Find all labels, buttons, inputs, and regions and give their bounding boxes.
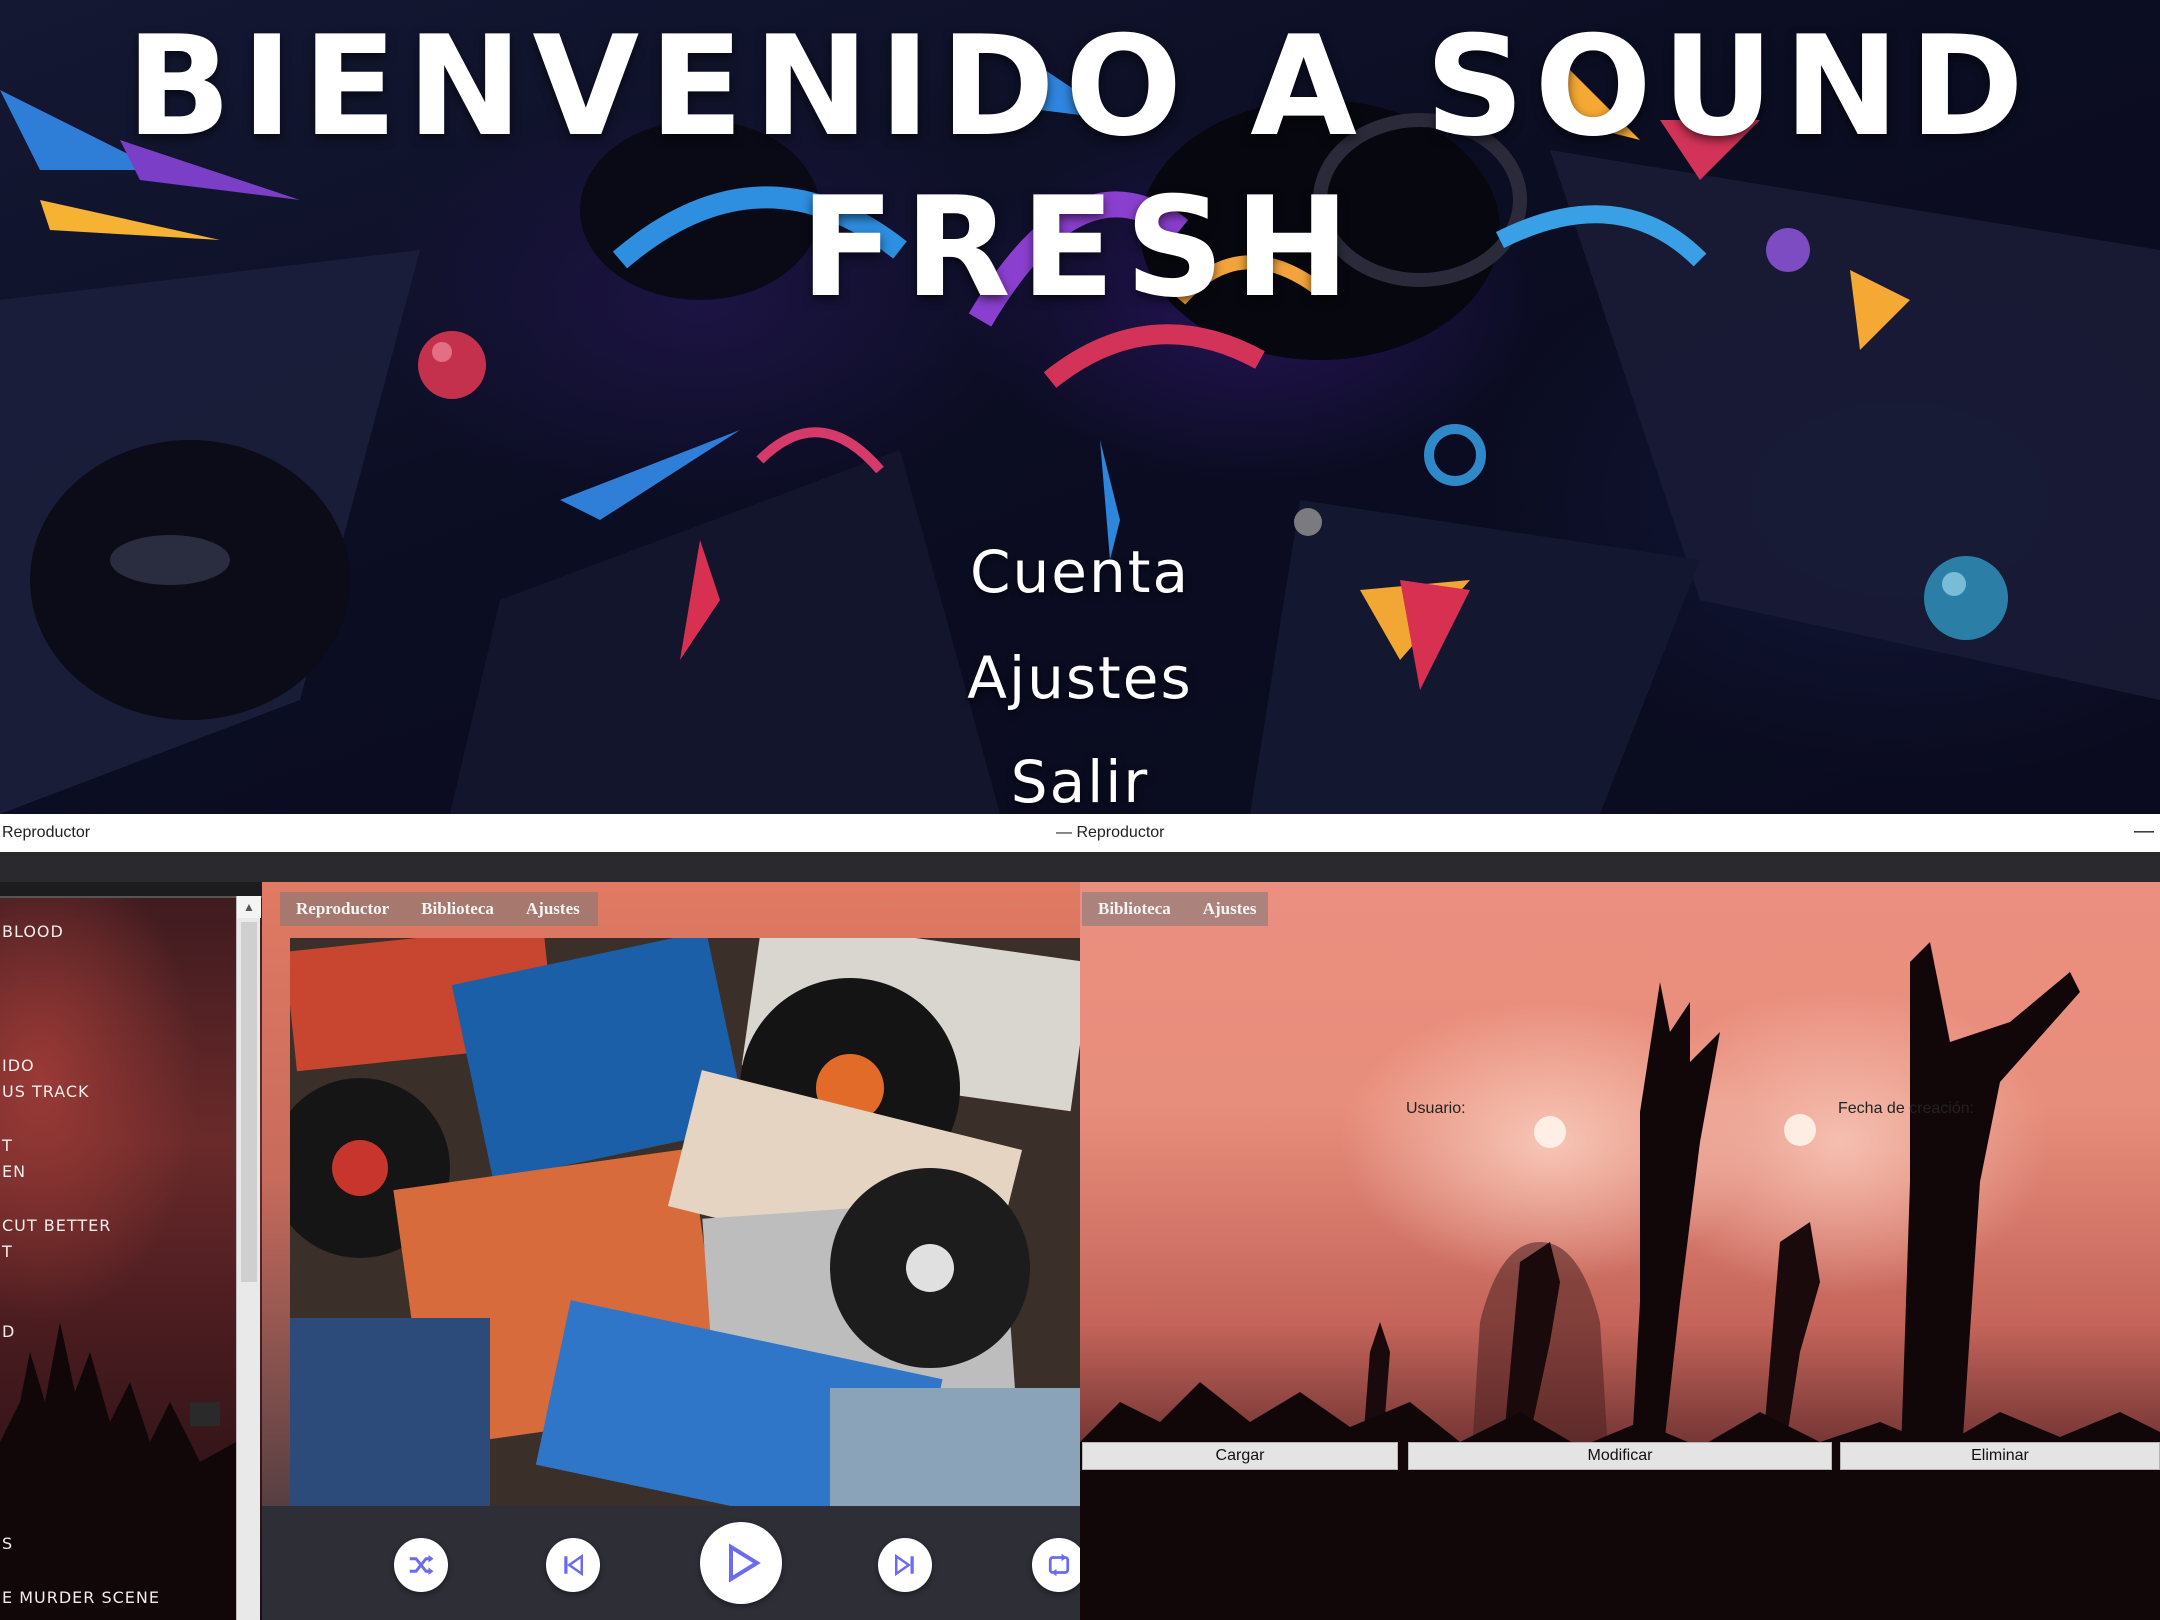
song-item[interactable]: CUT BETTER (2, 1216, 111, 1235)
shuffle-button[interactable] (394, 1538, 448, 1592)
menu-item-ajustes[interactable]: Ajustes (930, 644, 1230, 712)
play-button[interactable] (700, 1522, 782, 1604)
song-item[interactable]: S (2, 1534, 13, 1553)
library-tabbar: Biblioteca Ajustes (1082, 892, 1268, 926)
creation-date-label: Fecha de creación: (1838, 1100, 1975, 1117)
scroll-up-arrow-icon[interactable]: ▲ (237, 896, 261, 918)
library-panel: Biblioteca Ajustes Usuario: Fecha de cre… (1080, 882, 2160, 1620)
delete-button[interactable]: Eliminar (1840, 1442, 2160, 1470)
skip-forward-icon (895, 1553, 914, 1577)
player-panel: Reproductor Biblioteca Ajustes (262, 882, 1080, 1620)
album-art-image (290, 938, 1080, 1506)
vinyl-records-collage (290, 938, 1080, 1506)
concert-crowd-image (1080, 942, 2160, 1620)
tab-biblioteca[interactable]: Biblioteca (405, 899, 510, 919)
menu-item-cuenta[interactable]: Cuenta (930, 538, 1230, 606)
play-icon (729, 1543, 761, 1583)
song-list-scrollbar[interactable]: ▲ (236, 896, 261, 1620)
song-item[interactable]: T (2, 1136, 13, 1155)
welcome-screen: Bienvenido a Sound Fresh Cuenta Ajustes … (0, 0, 2160, 814)
shuffle-icon (409, 1555, 434, 1575)
scrollbar-thumb[interactable] (241, 922, 257, 1282)
next-button[interactable] (878, 1538, 932, 1592)
repeat-button[interactable] (1032, 1538, 1080, 1592)
song-list-panel: BLOOD IDO US TRACK T EN CUT BETTER T D S… (0, 882, 262, 1620)
load-button[interactable]: Cargar (1082, 1442, 1398, 1470)
minimize-button[interactable]: — (2134, 820, 2154, 843)
song-item[interactable]: E MURDER SCENE (2, 1588, 160, 1607)
song-list: BLOOD IDO US TRACK T EN CUT BETTER T D S… (0, 882, 236, 1620)
tab-biblioteca[interactable]: Biblioteca (1082, 899, 1187, 919)
menu-item-salir[interactable]: Salir (930, 748, 1230, 814)
window-titlebar: Reproductor — Reproductor — (0, 814, 2160, 852)
modify-button[interactable]: Modificar (1408, 1442, 1832, 1470)
song-item[interactable]: EN (2, 1162, 26, 1181)
player-tabbar: Reproductor Biblioteca Ajustes (280, 892, 598, 926)
song-item[interactable]: IDO (2, 1056, 35, 1075)
window-title-left: Reproductor (2, 824, 91, 841)
previous-button[interactable] (546, 1538, 600, 1592)
skip-back-icon (564, 1553, 583, 1577)
tab-reproductor[interactable]: Reproductor (280, 899, 405, 919)
welcome-title: Bienvenido a Sound Fresh (126, 6, 2034, 328)
playback-controls (262, 1506, 1080, 1620)
song-item[interactable]: T (2, 1242, 13, 1261)
tab-ajustes[interactable]: Ajustes (1187, 899, 1273, 919)
window-header-strip (0, 852, 2160, 882)
tab-ajustes[interactable]: Ajustes (510, 899, 596, 919)
song-item[interactable]: BLOOD (2, 922, 64, 941)
song-item[interactable]: D (2, 1322, 15, 1341)
repeat-icon (1048, 1553, 1070, 1577)
user-label: Usuario: (1406, 1100, 1466, 1117)
song-item[interactable]: US TRACK (2, 1082, 90, 1101)
window-title-center: — Reproductor (1056, 824, 1165, 841)
